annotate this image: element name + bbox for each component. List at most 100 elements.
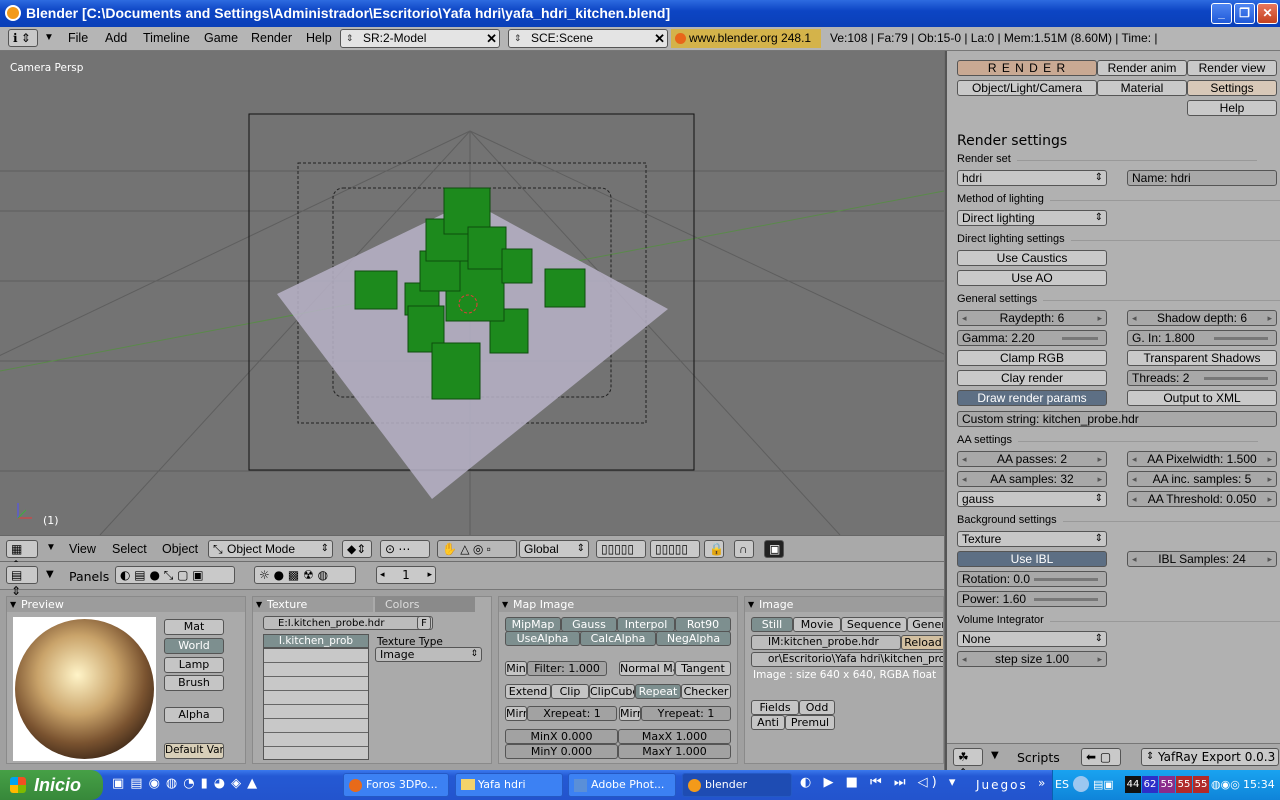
collapse-menu-icon[interactable]: ▼ [991,750,999,761]
network-icon[interactable]: ▤▣ [1093,778,1114,791]
threads-slider[interactable]: Threads: 2 [1127,370,1277,386]
start-button[interactable]: Inicio [0,770,103,800]
draw-render-params-toggle[interactable]: Draw render params [957,390,1107,406]
usealpha-toggle[interactable]: UseAlpha [505,631,580,646]
draw-type-icon[interactable]: ◆⇕ [342,540,372,558]
tray-monitor-1[interactable]: 44 [1125,776,1141,793]
fields-toggle[interactable]: Fields [751,700,799,715]
language-indicator[interactable]: ES [1055,778,1069,791]
menu-timeline[interactable]: Timeline [143,31,190,45]
menu-render[interactable]: Render [251,31,292,45]
task-adobe-photoshop[interactable]: Adobe Phot... [568,773,676,797]
lighting-method-select[interactable]: Direct lighting [957,210,1107,226]
shadow-depth-field[interactable]: Shadow depth: 6 [1127,310,1277,326]
tab-texture[interactable]: Texture [253,597,373,612]
menu-view[interactable]: View [69,542,96,556]
tab-colors[interactable]: Colors [375,597,475,612]
editor-type-buttons-icon[interactable]: ▤ ⇕ [6,566,38,598]
aa-filter-select[interactable]: gauss [957,491,1107,507]
anti-toggle[interactable]: Anti [751,715,785,730]
negalpha-toggle[interactable]: NegAlpha [656,631,731,646]
odd-toggle[interactable]: Odd [799,700,835,715]
material-tab[interactable]: Material [1097,80,1187,96]
task-yafa-hdri[interactable]: Yafa hdri [455,773,563,797]
media-controls[interactable]: ◐ ▶ ■ ⏮ ⏭ ◁) ▾ [800,775,970,795]
gamma-slider[interactable]: Gamma: 2.20 [957,330,1107,346]
editor-type-scripts-icon[interactable]: ☘⇕ [953,748,983,780]
tray-monitor-4[interactable]: 55 [1176,776,1192,793]
tray-monitor-2[interactable]: 62 [1142,776,1158,793]
toolbar-juegos[interactable]: Juegos [976,778,1028,792]
editor-type-info-icon[interactable]: ℹ ⇕ [8,29,38,47]
menu-object[interactable]: Object [162,542,198,556]
layers-row-1[interactable]: ▯▯▯▯▯ [596,540,646,558]
use-ao-toggle[interactable]: Use AO [957,270,1107,286]
image-reload-button[interactable]: Reload [901,635,943,650]
object-light-camera-tab[interactable]: Object/Light/Camera [957,80,1097,96]
ibl-samples-field[interactable]: IBL Samples: 24 [1127,551,1277,567]
scene-selector[interactable]: ⇕ SCE:Scene ✕ [508,29,668,48]
preview-lamp-button[interactable]: Lamp [164,657,224,673]
preview-world-button[interactable]: World [164,638,224,654]
render-anim-button[interactable]: Render anim [1097,60,1187,76]
menu-help[interactable]: Help [306,31,332,45]
use-ibl-toggle[interactable]: Use IBL [957,551,1107,567]
mode-selector[interactable]: ⤡ Object Mode ⇕ [208,540,333,558]
calcalpha-toggle[interactable]: CalcAlpha [580,631,656,646]
menu-select[interactable]: Select [112,542,147,556]
aa-samples-field[interactable]: AA samples: 32 [957,471,1107,487]
menu-game[interactable]: Game [204,31,238,45]
step-size-field[interactable]: step size 1.00 [957,651,1107,667]
editor-type-3dview-icon[interactable]: ▦ ⇕ [6,540,38,572]
help-tab[interactable]: Help [1187,100,1277,116]
image-name-field[interactable]: IM:kitchen_probe.hdr [751,635,901,650]
filter-field[interactable]: Filter: 1.000 [527,661,607,676]
task-blender[interactable]: blender [682,773,792,797]
maxy-field[interactable]: MaxY 1.000 [618,744,731,759]
render-view-button[interactable]: Render view [1187,60,1277,76]
transparent-shadows-toggle[interactable]: Transparent Shadows [1127,350,1277,366]
script-selector[interactable]: ⇕ YafRay Export 0.0.3 [1141,748,1279,766]
aa-inc-samples-field[interactable]: AA inc. samples: 5 [1127,471,1277,487]
preview-mat-button[interactable]: Mat [164,619,224,635]
layers-row-2[interactable]: ▯▯▯▯▯ [650,540,700,558]
task-foros-3dpoder[interactable]: Foros 3DPo... [343,773,449,797]
maxx-field[interactable]: MaxX 1.000 [618,729,731,744]
render-set-name-field[interactable]: Name: hdri [1127,170,1277,186]
image-path-field[interactable]: or\Escritorio\Yafa hdri\kitchen_probe. [751,652,943,667]
image-generated-tab[interactable]: Gener [907,617,943,632]
manipulator-icons[interactable]: ✋ △ ◎ ▫ [437,540,517,558]
clamp-rgb-toggle[interactable]: Clamp RGB [957,350,1107,366]
scripts-menu[interactable]: Scripts [1017,750,1060,765]
render-set-select[interactable]: hdri [957,170,1107,186]
pivot-icon[interactable]: ⊙ ⋯ [380,540,430,558]
texture-type-select[interactable]: Image ⇕ [375,647,482,662]
premul-toggle[interactable]: Premul [785,715,835,730]
aa-threshold-field[interactable]: AA Threshold: 0.050 [1127,491,1277,507]
tangent-select[interactable]: Tangent [675,661,731,676]
min-toggle[interactable]: Min [505,661,527,676]
output-to-xml-toggle[interactable]: Output to XML [1127,390,1277,406]
aa-pixelwidth-field[interactable]: AA Pixelwidth: 1.500 [1127,451,1277,467]
tray-expand-icon[interactable] [1073,776,1089,792]
settings-tab[interactable]: Settings [1187,80,1277,96]
image-movie-tab[interactable]: Movie [793,617,841,632]
orientation-selector[interactable]: Global ⇕ [519,540,589,558]
menu-add[interactable]: Add [105,31,127,45]
gauss-toggle[interactable]: Gauss [561,617,617,632]
gamma-in-slider[interactable]: G. In: 1.800 [1127,330,1277,346]
clay-render-toggle[interactable]: Clay render [957,370,1107,386]
texture-flag-button[interactable]: F [417,616,431,630]
script-nav-icons[interactable]: ⬅ ▢ [1081,748,1121,766]
preview-alpha-button[interactable]: Alpha [164,707,224,723]
minx-field[interactable]: MinX 0.000 [505,729,618,744]
mirror-x-toggle[interactable]: Mirr [505,706,527,721]
xrepeat-field[interactable]: Xrepeat: 1 [527,706,617,721]
repeat-option[interactable]: Repeat [635,684,681,699]
rotation-slider[interactable]: Rotation: 0.0 [957,571,1107,587]
miny-field[interactable]: MinY 0.000 [505,744,618,759]
yrepeat-field[interactable]: Yrepeat: 1 [641,706,731,721]
screen-selector[interactable]: ⇕ SR:2-Model ✕ [340,29,500,48]
aa-passes-field[interactable]: AA passes: 2 [957,451,1107,467]
use-caustics-toggle[interactable]: Use Caustics [957,250,1107,266]
